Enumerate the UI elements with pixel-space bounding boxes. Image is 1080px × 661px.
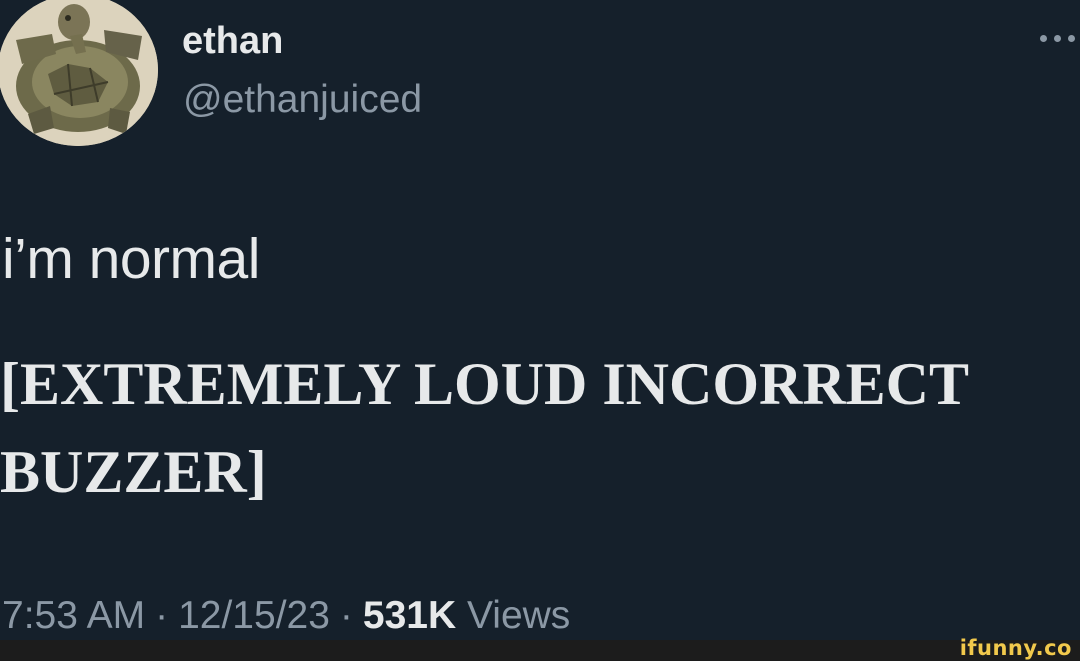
views-label: Views — [466, 594, 571, 637]
watermark-bar — [0, 640, 1080, 661]
tweet-meta: 7:53 AM · 12/15/23 · 531K Views — [2, 592, 570, 640]
views-count[interactable]: 531K — [363, 594, 456, 637]
user-avatar[interactable] — [0, 0, 158, 146]
tweet-caption: [EXTREMELY LOUD INCORRECT BUZZER] — [0, 351, 968, 505]
display-name[interactable]: ethan — [182, 18, 283, 64]
tweet-time[interactable]: 7:53 AM — [2, 594, 145, 637]
tweet-date[interactable]: 12/15/23 — [178, 594, 330, 637]
meta-separator: · — [339, 594, 353, 637]
more-dot-icon — [1054, 35, 1061, 42]
ifunny-watermark: ifunny.co — [959, 636, 1072, 660]
more-dot-icon — [1068, 35, 1075, 42]
turtle-avatar-icon — [0, 0, 158, 146]
tweet-text: i’m normal — [2, 227, 260, 291]
more-options-icon[interactable] — [1036, 28, 1080, 48]
user-handle[interactable]: @ethanjuiced — [183, 76, 422, 124]
meta-separator: · — [155, 594, 169, 637]
tweet-card: ethan @ethanjuiced i’m normal [EXTREMELY… — [0, 0, 1080, 640]
more-dot-icon — [1040, 35, 1047, 42]
